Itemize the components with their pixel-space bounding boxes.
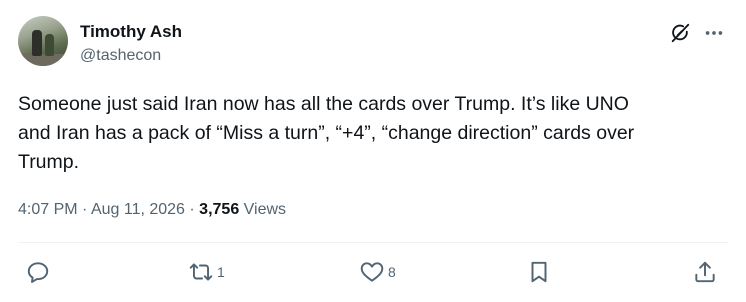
share-icon xyxy=(695,261,715,283)
more-icon[interactable] xyxy=(703,22,725,44)
bookmark-icon xyxy=(531,261,547,283)
views-label: Views xyxy=(239,201,287,218)
author-name[interactable]: Timothy Ash xyxy=(80,22,182,42)
tweet-date[interactable]: Aug 11, 2026 xyxy=(91,201,185,218)
avatar-figure xyxy=(32,30,42,56)
heart-icon xyxy=(360,262,384,282)
tweet-text: Someone just said Iran now has all the c… xyxy=(18,93,635,173)
bookmark-button[interactable] xyxy=(526,258,552,286)
avatar-ground xyxy=(18,54,68,66)
tweet-card: Timothy Ash @tashecon Someone just said … xyxy=(0,0,746,302)
avatar-figure xyxy=(45,34,54,56)
meta-separator: · xyxy=(184,201,200,218)
reply-button[interactable] xyxy=(25,258,54,286)
meta-separator: · xyxy=(77,201,91,218)
author-handle[interactable]: @tashecon xyxy=(80,46,161,66)
views-count[interactable]: 3,756 xyxy=(199,201,239,218)
retweet-button[interactable]: 1 xyxy=(188,258,225,286)
like-button[interactable]: 8 xyxy=(359,258,396,286)
tweet-meta: 4:07 PM · Aug 11, 2026 · 3,756 Views xyxy=(18,199,286,221)
reply-icon xyxy=(27,262,49,283)
tweet-time[interactable]: 4:07 PM xyxy=(18,201,78,218)
divider xyxy=(18,242,728,243)
retweet-icon xyxy=(189,263,213,281)
share-button[interactable] xyxy=(692,258,718,286)
grok-icon[interactable] xyxy=(669,22,691,44)
retweet-count: 1 xyxy=(217,264,225,280)
like-count: 8 xyxy=(388,264,396,280)
avatar[interactable] xyxy=(18,16,68,66)
